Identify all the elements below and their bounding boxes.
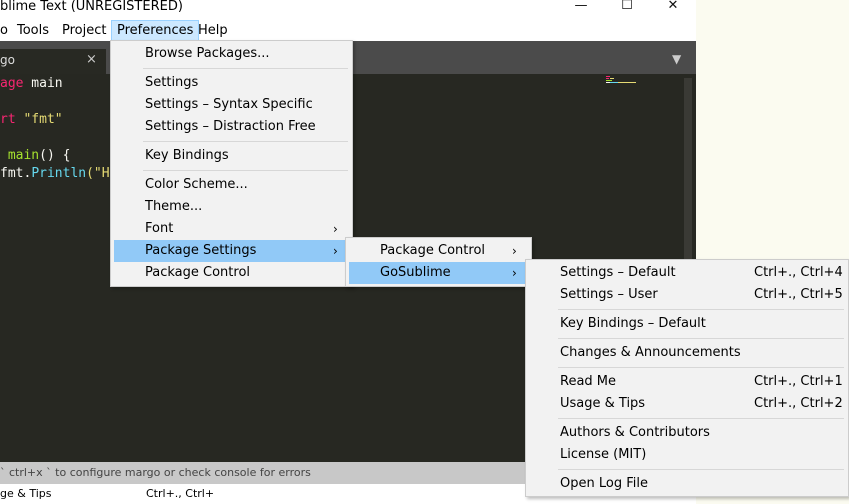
- menu-bar: o Tools Project Preferences Help: [0, 19, 696, 41]
- menu-divider: [558, 367, 844, 368]
- chevron-right-icon: ›: [512, 266, 517, 280]
- menu-item-settings[interactable]: Settings: [111, 72, 352, 94]
- menu-help[interactable]: Help: [193, 21, 233, 40]
- menu-item-settings-distraction[interactable]: Settings – Distraction Free: [111, 116, 352, 138]
- menu-divider: [143, 170, 348, 171]
- menu-item-color-scheme[interactable]: Color Scheme...: [111, 174, 352, 196]
- menu-item-settings-user[interactable]: Settings – User Ctrl+., Ctrl+5: [526, 284, 848, 306]
- code-keyword: rt: [0, 112, 16, 127]
- menu-preferences[interactable]: Preferences: [111, 20, 200, 41]
- chevron-right-icon: ›: [512, 244, 517, 258]
- code-text: main: [23, 76, 63, 91]
- window-title: blime Text (UNREGISTERED): [0, 0, 183, 14]
- menu-project[interactable]: Project: [57, 21, 111, 40]
- menu-divider: [143, 141, 348, 142]
- shortcut-label: Ctrl+., Ctrl+5: [754, 287, 843, 302]
- preferences-menu: Browse Packages... Settings Settings – S…: [110, 40, 353, 287]
- menu-item-license[interactable]: License (MIT): [526, 444, 848, 466]
- code-function: main: [7, 148, 40, 163]
- close-button[interactable]: ✕: [650, 0, 696, 14]
- code-text: fmt.: [0, 166, 32, 181]
- menu-tools[interactable]: Tools: [12, 21, 54, 40]
- menu-divider: [558, 309, 844, 310]
- menu-item-package-settings[interactable]: Package Settings ›: [114, 240, 349, 262]
- menu-item-changes[interactable]: Changes & Announcements: [526, 342, 848, 364]
- shortcut-label: Ctrl+., Ctrl+2: [754, 396, 843, 411]
- chevron-right-icon: ›: [333, 244, 338, 258]
- minimize-button[interactable]: —: [558, 0, 604, 14]
- menu-item-open-log[interactable]: Open Log File: [526, 473, 848, 495]
- console-left-text: ge & Tips: [0, 487, 52, 500]
- code-line: rt "fmt": [0, 112, 63, 127]
- menu-item-browse-packages[interactable]: Browse Packages...: [111, 43, 352, 65]
- code-line: fmt.Println("H: [0, 166, 110, 181]
- code-call: Println: [31, 166, 87, 181]
- maximize-button[interactable]: ☐: [604, 0, 650, 14]
- menu-divider: [143, 68, 348, 69]
- shortcut-label: Ctrl+., Ctrl+4: [754, 265, 843, 280]
- menu-item-package-control-settings[interactable]: Package Control ›: [346, 240, 531, 262]
- code-line: age main: [0, 76, 63, 91]
- title-bar: blime Text (UNREGISTERED) — ☐ ✕: [0, 0, 696, 19]
- gosublime-menu: Settings – Default Ctrl+., Ctrl+4 Setting…: [525, 259, 849, 497]
- menu-item-theme[interactable]: Theme...: [111, 196, 352, 218]
- code-string: ("H: [86, 166, 110, 181]
- minimap[interactable]: [606, 76, 636, 92]
- code-line: main() {: [0, 148, 71, 163]
- code-text: () {: [39, 148, 71, 163]
- menu-item-usage-tips[interactable]: Usage & Tips Ctrl+., Ctrl+2: [526, 393, 848, 415]
- tab-label: go: [0, 53, 15, 67]
- package-settings-menu: Package Control › GoSublime ›: [345, 237, 532, 287]
- code-string: "fmt": [23, 112, 63, 127]
- menu-divider: [558, 418, 844, 419]
- chevron-right-icon: ›: [333, 222, 338, 236]
- menu-divider: [558, 338, 844, 339]
- menu-item-read-me[interactable]: Read Me Ctrl+., Ctrl+1: [526, 371, 848, 393]
- file-tab[interactable]: go ×: [0, 49, 106, 74]
- console-right-text: Ctrl+., Ctrl+: [146, 487, 215, 500]
- tab-dropdown-icon[interactable]: ▼: [672, 52, 681, 66]
- menu-item-authors[interactable]: Authors & Contributors: [526, 422, 848, 444]
- menu-item-settings-default[interactable]: Settings – Default Ctrl+., Ctrl+4: [526, 262, 848, 284]
- shortcut-label: Ctrl+., Ctrl+1: [754, 374, 843, 389]
- menu-item-gosublime[interactable]: GoSublime ›: [349, 262, 528, 284]
- menu-item-settings-syntax[interactable]: Settings – Syntax Specific: [111, 94, 352, 116]
- menu-divider: [558, 469, 844, 470]
- menu-item-package-control[interactable]: Package Control: [111, 262, 352, 284]
- code-keyword: age: [0, 76, 24, 91]
- menu-item-font[interactable]: Font ›: [111, 218, 352, 240]
- status-text: ` ctrl+x ` to configure margo or check c…: [0, 466, 311, 479]
- menu-item-key-bindings[interactable]: Key Bindings: [111, 145, 352, 167]
- tab-close-icon[interactable]: ×: [86, 52, 97, 67]
- menu-item-key-bindings-default[interactable]: Key Bindings – Default: [526, 313, 848, 335]
